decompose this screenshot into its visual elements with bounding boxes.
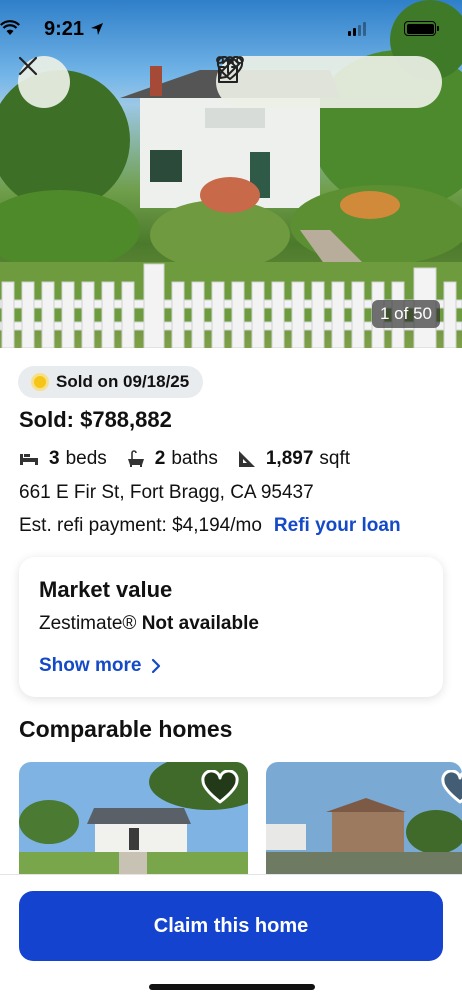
battery-icon — [404, 21, 439, 36]
market-value-title: Market value — [39, 577, 173, 602]
status-time: 9:21 — [44, 18, 85, 40]
comparable-home-card[interactable] — [19, 762, 248, 874]
zestimate-row: Zestimate® Not available — [39, 613, 259, 635]
house-photo-illustration — [0, 0, 462, 348]
listing-action-bar — [216, 56, 442, 108]
set-square-icon — [238, 451, 255, 467]
home-indicator[interactable] — [149, 984, 315, 990]
photo-counter: 1 of 50 — [372, 300, 440, 328]
show-more-label: Show more — [39, 655, 142, 676]
refi-row: Est. refi payment: $4,194/mo Refi your lo… — [19, 515, 401, 537]
baths-fact: 2 baths — [127, 448, 218, 470]
comparable-home-card[interactable] — [266, 762, 462, 874]
beds-label: beds — [65, 448, 107, 469]
market-value-card: Market value Zestimate® Not available Sh… — [19, 557, 443, 697]
home-facts: 3 beds 2 baths 1,897 sqft — [19, 448, 370, 470]
share-button[interactable] — [218, 57, 372, 99]
more-options-button[interactable] — [216, 56, 423, 99]
location-arrow-icon — [91, 23, 103, 35]
claim-home-button[interactable]: Claim this home — [19, 891, 443, 961]
wifi-icon — [0, 20, 20, 35]
baths-label: baths — [171, 448, 218, 469]
chevron-right-icon — [152, 658, 161, 674]
comparable-home-photo — [266, 762, 462, 874]
refi-loan-link[interactable]: Refi your loan — [274, 515, 401, 536]
sqft-label: sqft — [319, 448, 351, 469]
close-icon — [18, 56, 38, 76]
show-more-link[interactable]: Show more — [39, 655, 161, 677]
more-dots-icon — [216, 56, 244, 64]
save-comparable-heart-icon[interactable] — [440, 770, 462, 806]
status-dot-icon — [34, 376, 46, 388]
refi-payment-text: Est. refi payment: $4,194/mo — [19, 515, 262, 536]
cellular-signal-icon — [348, 22, 366, 36]
sqft-fact: 1,897 sqft — [238, 448, 350, 470]
zestimate-label: Zestimate® — [39, 613, 137, 634]
sold-status-badge: Sold on 09/18/25 — [18, 366, 204, 398]
zestimate-value: Not available — [141, 613, 259, 634]
save-comparable-heart-icon[interactable] — [200, 770, 240, 806]
save-favorite-button[interactable] — [216, 56, 320, 99]
close-button[interactable] — [18, 56, 70, 108]
status-bar: 9:21 — [0, 18, 462, 44]
bathtub-icon — [127, 450, 144, 467]
baths-value: 2 — [154, 448, 166, 469]
comparable-homes-title: Comparable homes — [19, 716, 233, 742]
sold-price: Sold: $788,882 — [19, 407, 172, 432]
bed-icon — [20, 454, 38, 465]
listing-address: 661 E Fir St, Fort Bragg, CA 95437 — [19, 482, 314, 503]
beds-value: 3 — [49, 448, 60, 469]
sqft-value: 1,897 — [265, 448, 314, 469]
listing-photo[interactable]: 9:21 1 of 50 — [0, 0, 462, 348]
beds-fact: 3 beds — [19, 448, 107, 470]
sold-badge-label: Sold on 09/18/25 — [56, 372, 190, 391]
